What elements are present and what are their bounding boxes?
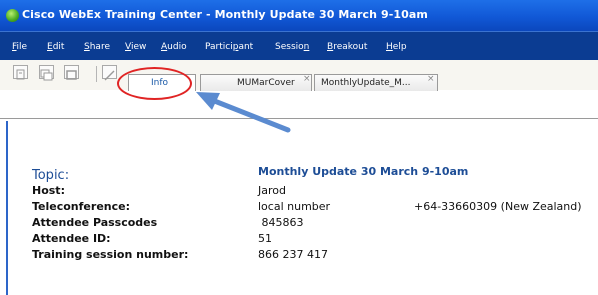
topic-value: Monthly Update 30 March 9-10am (258, 165, 469, 178)
content-area (0, 91, 598, 295)
menu-edit[interactable]: Edit (47, 42, 64, 52)
content-left-border (6, 121, 8, 295)
attendee-passcodes-value: 845863 (258, 216, 304, 229)
training-session-number-label: Training session number: (32, 248, 189, 261)
host-label: Host: (32, 184, 65, 197)
webex-logo-icon (6, 9, 19, 22)
menu-session[interactable]: Session (275, 42, 309, 52)
tab-mumarcover-label: MUMarCover (237, 78, 295, 88)
close-icon[interactable]: × (427, 74, 435, 84)
host-value: Jarod (258, 184, 286, 197)
title-bar[interactable]: Cisco WebEx Training Center - Monthly Up… (0, 0, 598, 31)
menu-participant[interactable]: Participant (205, 42, 253, 52)
new-page-icon[interactable] (13, 65, 28, 80)
menu-audio[interactable]: Audio (161, 42, 187, 52)
topic-label: Topic: (32, 168, 70, 183)
close-icon[interactable]: × (303, 74, 311, 84)
annotation-circle (117, 67, 192, 100)
teleconference-number: +64-33660309 (New Zealand) (414, 200, 582, 213)
tab-monthlyupdate-label: MonthlyUpdate_M... (321, 78, 411, 88)
attendee-id-value: 51 (258, 232, 272, 245)
attendee-passcodes-label: Attendee Passcodes (32, 216, 158, 229)
teleconference-value: local number (258, 200, 331, 213)
menu-view[interactable]: View (125, 42, 146, 52)
tab-monthlyupdate[interactable]: MonthlyUpdate_M... × (314, 74, 438, 91)
toolbar-separator (96, 66, 97, 82)
menu-breakout[interactable]: Breakout (327, 42, 367, 52)
teleconference-label: Teleconference: (32, 200, 130, 213)
menu-share[interactable]: Share (84, 42, 110, 52)
menu-bar: File Edit Share View Audio Participant S… (0, 31, 598, 60)
menu-file[interactable]: File (12, 42, 27, 52)
menu-help[interactable]: Help (386, 42, 407, 52)
window-title: Cisco WebEx Training Center - Monthly Up… (22, 8, 428, 21)
new-window-icon[interactable] (39, 65, 54, 81)
annotation-arrow-icon (196, 92, 291, 133)
full-screen-icon[interactable] (64, 65, 79, 80)
training-session-number-value: 866 237 417 (258, 248, 328, 261)
attendee-id-label: Attendee ID: (32, 232, 111, 245)
content-top-divider (0, 118, 598, 119)
